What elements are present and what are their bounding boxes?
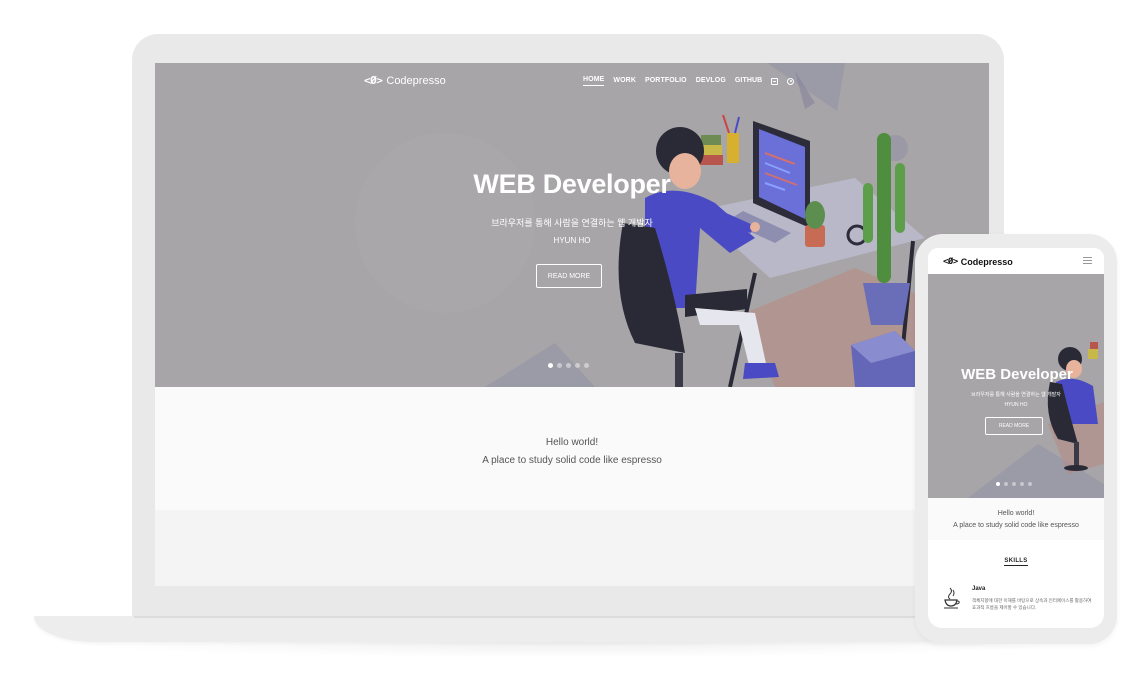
- mobile-hero-name: HYUN HO: [1004, 402, 1028, 408]
- carousel-dot-3[interactable]: [1012, 482, 1016, 486]
- user-icon[interactable]: [787, 77, 795, 85]
- carousel-dot-2[interactable]: [557, 363, 562, 368]
- laptop-screen: <Ø> Codepresso HOME WORK PORTFOLIO DEVLO…: [155, 63, 989, 586]
- hamburger-icon[interactable]: [1083, 257, 1092, 264]
- carousel-dots: [548, 363, 589, 368]
- skills-heading-text: SKILLS: [1004, 558, 1028, 566]
- main-nav: HOME WORK PORTFOLIO DEVLOG GITHUB: [583, 76, 795, 86]
- read-more-button[interactable]: READ MORE: [536, 264, 602, 288]
- next-section: [155, 510, 989, 586]
- nav-github[interactable]: GITHUB: [735, 77, 762, 86]
- nav-home[interactable]: HOME: [583, 76, 605, 86]
- logo-mark: <Ø>: [943, 257, 958, 267]
- brand-name: Codepresso: [386, 74, 446, 87]
- skills-heading: SKILLS: [928, 558, 1104, 566]
- carousel-dot-3[interactable]: [566, 363, 571, 368]
- mobile-header: <Ø> Codepresso: [928, 248, 1104, 274]
- hero-section: <Ø> Codepresso HOME WORK PORTFOLIO DEVLO…: [155, 63, 989, 387]
- skill-description: 객체지향에 대한 이해를 바탕으로 상속과 인터페이스를 활용하여 효과적 흐름…: [972, 598, 1092, 610]
- nav-devlog[interactable]: DEVLOG: [696, 77, 726, 86]
- hero-title: WEB Developer: [473, 169, 671, 199]
- skill-name: Java: [972, 586, 986, 592]
- intro-line-1: Hello world!: [997, 510, 1035, 517]
- mobile-carousel-dots: [996, 482, 1032, 486]
- mobile-read-more-button[interactable]: READ MORE: [985, 417, 1043, 435]
- mobile-hero-subtitle: 브라우저를 통해 사람을 연결하는 웹 개발자: [971, 392, 1061, 398]
- carousel-dot-2[interactable]: [1004, 482, 1008, 486]
- brand-logo[interactable]: <Ø> Codepresso: [364, 74, 446, 87]
- skill-item-java: Java 객체지향에 대한 이해를 바탕으로 상속과 인터페이스를 활용하여 효…: [942, 586, 1092, 620]
- hero-subtitle: 브라우저를 통해 사람을 연결하는 웹 개발자: [491, 218, 653, 228]
- laptop-base: [34, 616, 1038, 642]
- logo-mark: <Ø>: [364, 74, 383, 87]
- brand-name: Codepresso: [960, 257, 1013, 267]
- intro-line-2: A place to study solid code like espress…: [482, 455, 662, 466]
- carousel-dot-1[interactable]: [548, 363, 553, 368]
- hero-name: HYUN HO: [553, 236, 591, 245]
- intro-line-1: Hello world!: [545, 437, 599, 448]
- nav-work[interactable]: WORK: [613, 77, 636, 86]
- carousel-dot-5[interactable]: [1028, 482, 1032, 486]
- document-icon[interactable]: [771, 77, 779, 85]
- mobile-brand-logo[interactable]: <Ø> Codepresso: [943, 257, 1013, 267]
- mobile-hero-title: WEB Developer: [961, 366, 1073, 383]
- mobile-developer-illustration: [968, 342, 1104, 498]
- phone-screen: <Ø> Codepresso WEB Developer 브라우저를 통해 사람…: [928, 248, 1104, 628]
- java-cup-icon: [944, 587, 960, 609]
- carousel-dot-1[interactable]: [996, 482, 1000, 486]
- intro-section: Hello world! A place to study solid code…: [155, 387, 989, 510]
- carousel-dot-4[interactable]: [575, 363, 580, 368]
- carousel-dot-4[interactable]: [1020, 482, 1024, 486]
- nav-portfolio[interactable]: PORTFOLIO: [645, 77, 687, 86]
- carousel-dot-5[interactable]: [584, 363, 589, 368]
- mobile-intro: Hello world! A place to study solid code…: [928, 498, 1104, 540]
- mobile-hero: WEB Developer 브라우저를 통해 사람을 연결하는 웹 개발자 HY…: [928, 274, 1104, 498]
- intro-line-2: A place to study solid code like espress…: [953, 522, 1079, 529]
